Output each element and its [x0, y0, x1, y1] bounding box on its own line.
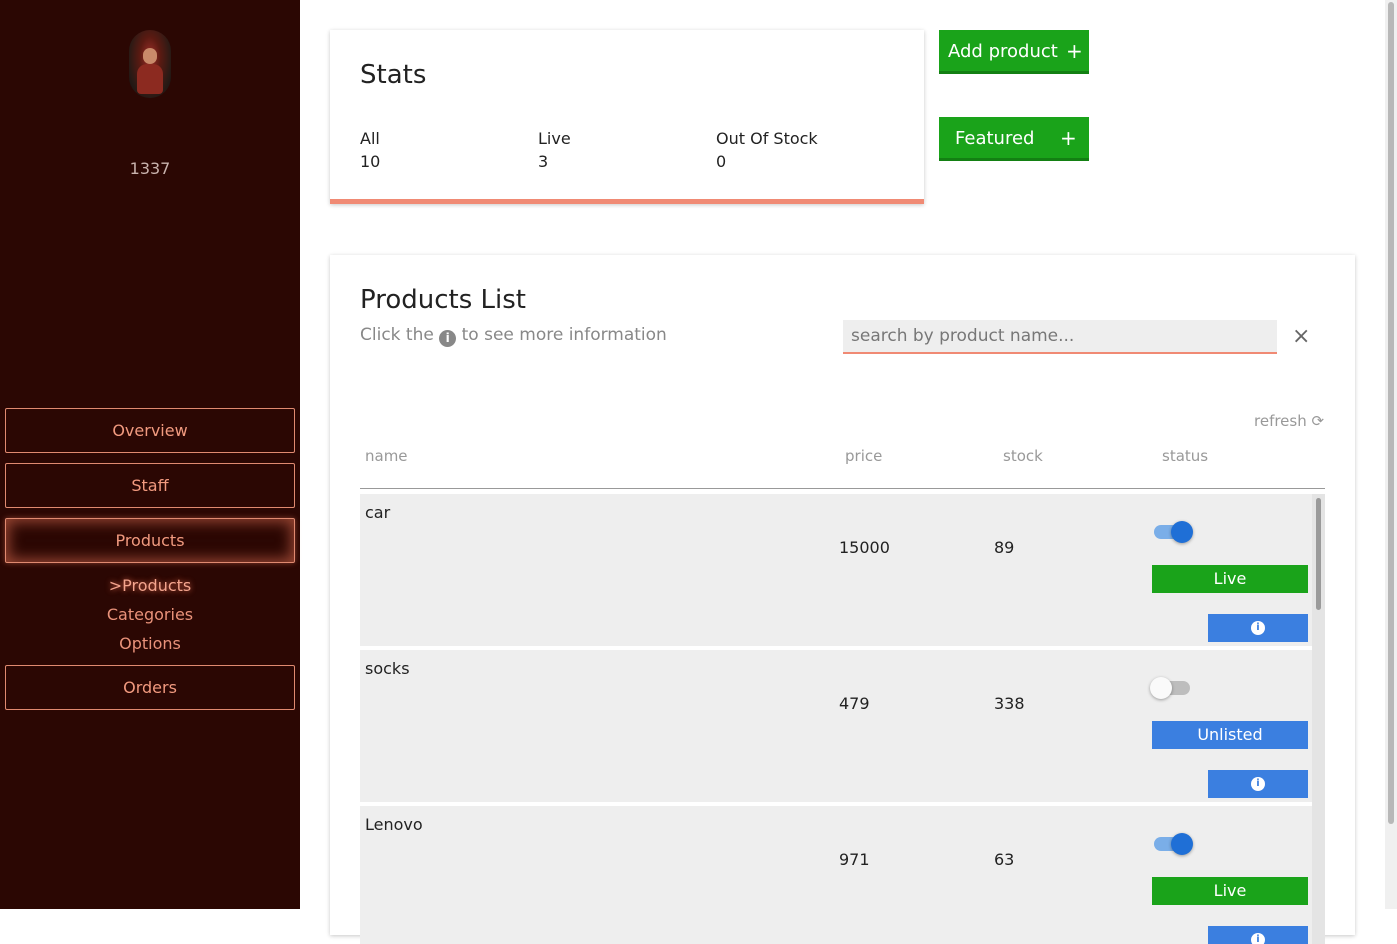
stat-live-label: Live [538, 129, 571, 148]
avatar-body [137, 64, 163, 94]
nav-products[interactable]: Products [5, 518, 295, 563]
listing-toggle[interactable] [1154, 521, 1193, 543]
stats-title: Stats [360, 60, 427, 90]
row-price: 479 [839, 694, 870, 713]
info-icon: i [1251, 933, 1265, 944]
sub-link-categories[interactable]: Categories [0, 605, 300, 624]
rows-scrollbar-thumb[interactable] [1316, 498, 1321, 610]
stat-all-value: 10 [360, 152, 381, 171]
toggle-knob [1171, 833, 1193, 855]
info-icon: i [439, 330, 457, 347]
add-product-label: Add product [948, 41, 1058, 62]
products-subtitle: Click the i to see more information [360, 325, 667, 347]
nav-orders[interactable]: Orders [5, 665, 295, 710]
sidebar: 1337 Overview Staff Products >Products C… [0, 0, 300, 909]
page-scrollbar[interactable] [1385, 0, 1397, 909]
column-header-price[interactable]: price [845, 447, 882, 465]
add-product-button[interactable]: Add product + [939, 30, 1089, 74]
listing-toggle[interactable] [1154, 833, 1193, 855]
column-header-name[interactable]: name [365, 447, 408, 465]
toggle-knob [1171, 521, 1193, 543]
column-header-status[interactable]: status [1162, 447, 1208, 465]
product-rows: car 15000 89 Live i socks 479 338 Unlist… [360, 494, 1312, 944]
plus-icon: + [1060, 126, 1077, 150]
stats-card: Stats All 10 Live 3 Out Of Stock 0 [330, 30, 924, 204]
listing-toggle[interactable] [1150, 677, 1190, 699]
nav-staff[interactable]: Staff [5, 463, 295, 508]
row-name: car [365, 503, 391, 522]
stat-out-label: Out Of Stock [716, 129, 818, 148]
refresh-button[interactable]: refresh ⟳ [1254, 412, 1324, 430]
info-icon: i [1251, 777, 1265, 791]
avatar-face [143, 48, 157, 64]
products-card: Products List Click the i to see more in… [330, 255, 1355, 944]
page-scrollbar-thumb[interactable] [1388, 2, 1394, 824]
row-name: socks [365, 659, 410, 678]
featured-label: Featured [955, 128, 1035, 149]
sub-link-products[interactable]: >Products [0, 576, 300, 595]
table-row: socks 479 338 Unlisted i [360, 650, 1312, 802]
featured-button[interactable]: Featured + [939, 117, 1089, 161]
sub-link-options[interactable]: Options [0, 634, 300, 653]
row-price: 971 [839, 850, 870, 869]
subtitle-after: to see more information [461, 325, 667, 345]
stat-out-of-stock: Out Of Stock 0 [716, 129, 818, 171]
info-button[interactable]: i [1208, 614, 1308, 642]
table-row: Lenovo 971 63 Live i [360, 806, 1312, 944]
status-badge: Unlisted [1152, 721, 1308, 749]
nav-overview[interactable]: Overview [5, 408, 295, 453]
close-icon[interactable]: × [1292, 324, 1310, 349]
column-header-stock[interactable]: stock [1003, 447, 1043, 465]
avatar [129, 30, 171, 98]
row-name: Lenovo [365, 815, 423, 834]
row-stock: 89 [994, 538, 1015, 557]
subtitle-before: Click the [360, 325, 434, 345]
stat-all: All 10 [360, 129, 380, 171]
rows-scrollbar[interactable] [1312, 494, 1325, 944]
user-id: 1337 [129, 159, 171, 178]
header-divider [360, 488, 1325, 489]
status-badge: Live [1152, 877, 1308, 905]
stat-live-value: 3 [538, 152, 549, 171]
row-stock: 63 [994, 850, 1015, 869]
stat-all-label: All [360, 129, 380, 148]
table-row: car 15000 89 Live i [360, 494, 1312, 646]
status-badge: Live [1152, 565, 1308, 593]
info-icon: i [1251, 621, 1265, 635]
products-title: Products List [360, 285, 526, 315]
plus-icon: + [1066, 39, 1083, 63]
stat-out-value: 0 [716, 152, 727, 171]
row-price: 15000 [839, 538, 890, 557]
info-button[interactable]: i [1208, 770, 1308, 798]
info-button[interactable]: i [1208, 926, 1308, 944]
stat-live: Live 3 [538, 129, 571, 171]
row-stock: 338 [994, 694, 1025, 713]
search-input[interactable] [843, 320, 1277, 354]
toggle-knob [1150, 677, 1172, 699]
